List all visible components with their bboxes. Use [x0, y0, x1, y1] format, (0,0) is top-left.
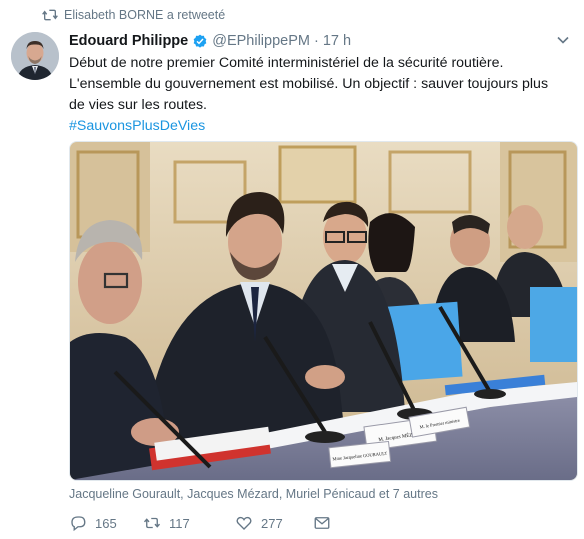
author-avatar[interactable] [11, 32, 59, 80]
like-button[interactable]: 277 [235, 514, 305, 532]
reply-icon [71, 516, 86, 532]
verified-badge-icon [193, 34, 207, 48]
heart-icon [236, 516, 252, 530]
avatar-portrait [11, 32, 59, 80]
tweet-body: Début de notre premier Comité interminis… [69, 55, 549, 113]
tweet-text: Début de notre premier Comité interminis… [69, 53, 564, 137]
retweet-count: 117 [169, 515, 190, 531]
retweet-button[interactable]: 117 [143, 514, 223, 532]
direct-message-button[interactable] [313, 514, 331, 532]
author-name[interactable]: Edouard Philippe [69, 33, 188, 49]
reply-count: 165 [95, 515, 117, 531]
tweet-timestamp[interactable]: 17 h [323, 33, 351, 49]
retweet-context-label: Elisabeth BORNE a retweeté [64, 8, 226, 22]
retweet-icon [143, 517, 161, 529]
chevron-down-icon[interactable] [556, 33, 570, 47]
author-handle[interactable]: @EPhilippePM [212, 33, 310, 49]
separator-dot: · [313, 33, 319, 49]
tweet-header: Edouard Philippe @EPhilippePM · 17 h [69, 31, 570, 51]
tweet-photo[interactable]: M. Jacques MÉZARD M. le Premier ministre… [69, 141, 578, 481]
meeting-photo: M. Jacques MÉZARD M. le Premier ministre… [70, 142, 577, 480]
retweet-context[interactable]: Elisabeth BORNE a retweeté [42, 8, 225, 22]
reply-button[interactable]: 165 [69, 514, 132, 532]
retweet-icon [42, 9, 58, 21]
envelope-icon [314, 517, 330, 529]
hashtag-link[interactable]: #SauvonsPlusDeVies [69, 116, 564, 137]
like-count: 277 [261, 515, 283, 531]
tweet-actions: 165 117 277 [69, 514, 331, 532]
tagged-people[interactable]: Jacqueline Gourault, Jacques Mézard, Mur… [69, 487, 438, 501]
